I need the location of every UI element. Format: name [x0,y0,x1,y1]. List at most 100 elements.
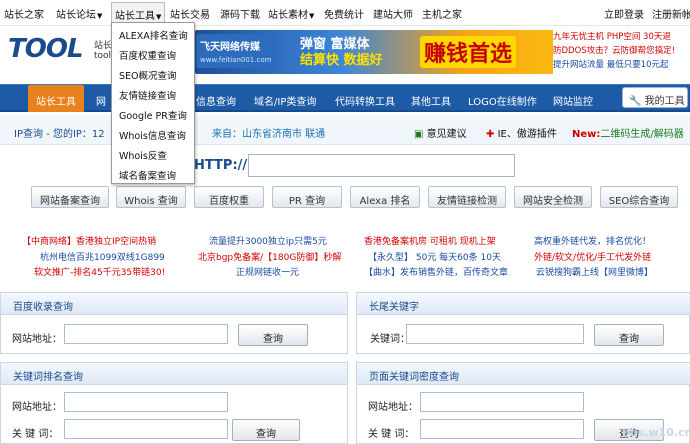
text-ads: 九年无忧主机 PHP空间 30天退 防DDOS攻击？云防御帮您搞定! 提升网站流… [553,30,690,80]
dropdown-item-domain-beian[interactable]: 域名备案查询 [119,168,176,182]
ad-link[interactable]: 香港免备案机房 可租机 现机上架 [364,234,496,247]
menu-item-tools[interactable]: 站长工具 [28,85,84,112]
density-url-input[interactable] [420,392,584,412]
topnav-item-stats[interactable]: 免费统计 [324,6,364,21]
feedback-icon: ▣ [414,129,424,140]
plugin-link[interactable]: ✚ IE、傲游插件 [486,125,557,140]
chevron-down-icon: ▼ [97,12,103,20]
site-url-label: 网站地址： [12,402,62,413]
keyword-rank-title: 关键词排名查询 [1,363,347,385]
menu-item-info-query[interactable]: 信息查询 [196,93,236,108]
register-link[interactable]: 注册新帐 [652,6,690,21]
tool-button-whois[interactable]: Whois 查询 [116,186,186,208]
topnav-item-download[interactable]: 源码下载 [220,6,260,21]
baidu-index-title: 百度收录查询 [1,293,347,315]
topnav-item-builder[interactable]: 建站大师 [373,6,413,21]
longtail-query-button[interactable]: 查询 [594,324,664,346]
ad-link[interactable]: 【曲水】发布销售外链，百传奇文章 [364,265,508,278]
ip-query-text: IP查询 - 您的IP：12 [14,129,105,140]
topnav-item-tools-label: 站长工具 [115,11,155,22]
new-feature-link[interactable]: New:二维码生成/解码器 [572,125,684,140]
menu-item-logo-maker[interactable]: LOGO在线制作 [468,93,537,108]
url-input[interactable] [248,154,515,177]
watermark: bbs.w10.cn [622,426,690,439]
dropdown-item-friend-links[interactable]: 友情链接查询 [119,88,176,102]
ip-location: 来自：山东省济南市 联通 [212,129,326,140]
topnav-item-chinaz[interactable]: 站长之家 [4,6,44,21]
main-menu-bar: 站长工具 网 信息查询 域名/IP类查询 代码转换工具 其他工具 LOGO在线制… [0,84,690,112]
menu-item-code-convert[interactable]: 代码转换工具 [335,93,395,108]
banner-site-url: www.feitian001.com [200,56,272,64]
baidu-query-button[interactable]: 查询 [238,324,308,346]
tool-button-pr[interactable]: PR 查询 [272,186,342,208]
chevron-down-icon: ▼ [309,12,315,20]
dropdown-item-whois-reverse[interactable]: Whois反查 [119,148,167,162]
tool-button-baidu-weight[interactable]: 百度权重 [194,186,264,208]
ad-link[interactable]: 软文推广-排名45千元35带链30! [34,265,165,278]
top-nav: 站长之家 站长论坛▼ 站长工具▼ 站长交易 源码下载 站长素材▼ 免费统计 建站… [0,0,690,26]
site-logo[interactable]: TOOL [8,34,84,64]
ad-link[interactable]: 正规网链收一元 [236,265,299,278]
site-url-label: 网站地址： [368,402,418,413]
site-url-label: 网站地址： [12,334,62,345]
density-keyword-input[interactable] [420,419,584,439]
topnav-item-material-label: 站长素材 [268,10,308,21]
http-label: HTTP:// [194,158,248,173]
tool-button-beian[interactable]: 网站备案查询 [31,186,109,208]
dropdown-item-alexa[interactable]: ALEXA排名查询 [119,28,188,42]
menu-item-monitor[interactable]: 网站监控 [553,93,593,108]
my-tools-label: 我的工具 [644,96,685,107]
longtail-keyword-input[interactable] [406,324,584,344]
feedback-label: 意见建议 [426,129,467,140]
keyword-density-title: 页面关键词密度查询 [357,363,690,385]
banner-site-badge: 飞天网络传媒 www.feitian001.com [196,34,276,68]
ad-link[interactable]: 云锐搜狗霸上线【网里微博】 [536,265,653,278]
rank-url-input[interactable] [64,392,228,412]
tool-button-security[interactable]: 网站安全检测 [514,186,592,208]
text-ad-2[interactable]: 防DDOS攻击？云防御帮您搞定! [553,44,690,58]
ad-link[interactable]: 外链/软文/优化/手工代发外链 [534,250,651,263]
ad-link[interactable]: 杭州电信百兆1099双线1G899 [40,250,165,263]
menu-item-web[interactable]: 网 [96,93,106,108]
topnav-item-host[interactable]: 主机之家 [422,6,462,21]
menu-item-other-tools[interactable]: 其他工具 [411,93,451,108]
menu-item-domain-ip[interactable]: 域名/IP类查询 [254,93,316,108]
dropdown-item-baidu-weight[interactable]: 百度权重查询 [119,48,176,62]
new-feature-text: 二维码生成/解码器 [600,129,684,140]
ad-link[interactable]: 【中商网络】香港独立IP空间热销 [22,234,156,247]
text-ad-3[interactable]: 提升网站流量 最低只要10元起 [553,58,690,72]
tool-button-link-check[interactable]: 友情链接检测 [428,186,506,208]
rank-keyword-input[interactable] [64,419,228,439]
ad-link[interactable]: 流量提升3000独立ip只需5元 [209,234,327,247]
plugin-label: IE、傲游插件 [497,129,557,140]
banner-line-2: 结算快 数据好 [300,53,383,68]
dropdown-item-seo[interactable]: SEO概况查询 [119,68,177,82]
tools-dropdown-menu: ALEXA排名查询 百度权重查询 SEO概况查询 友情链接查询 Google P… [111,22,195,184]
feedback-link[interactable]: ▣ 意见建议 [414,125,467,140]
topnav-item-forum[interactable]: 站长论坛▼ [56,6,102,21]
banner-headline: 赚钱首选 [420,36,517,68]
tool-button-alexa[interactable]: Alexa 排名 [350,186,420,208]
tools-icon: 🔧 [629,96,642,107]
dropdown-item-whois[interactable]: Whois信息查询 [119,128,186,142]
tool-button-seo[interactable]: SEO综合查询 [600,186,678,208]
new-label: New: [572,129,601,140]
my-tools-button[interactable]: 🔧 我的工具 [622,87,688,108]
longtail-title: 长尾关键字 [357,293,690,315]
dropdown-item-google-pr[interactable]: Google PR查询 [119,108,187,122]
topnav-item-material[interactable]: 站长素材▼ [268,6,314,21]
banner-site-name: 飞天网络传媒 [200,42,260,53]
login-link[interactable]: 立即登录 [604,6,644,21]
ad-link[interactable]: 【永久型】 50元 每天60条 10天 [368,250,501,263]
keyword-label: 关键词： [370,334,410,345]
keyword-label: 关 键 词： [368,429,415,440]
chevron-down-icon: ▼ [156,13,162,21]
topnav-item-trade[interactable]: 站长交易 [170,6,210,21]
topnav-item-forum-label: 站长论坛 [56,10,96,21]
text-ad-1[interactable]: 九年无忧主机 PHP空间 30天退 [553,30,690,44]
ad-link[interactable]: 高权重外链代发，排名优化！ [534,234,651,247]
baidu-url-input[interactable] [64,324,228,344]
rank-query-button[interactable]: 查询 [232,419,300,441]
ad-link[interactable]: 北京bgp免备案/【180G防御】秒解 [198,250,341,263]
keyword-label: 关 键 词： [12,429,59,440]
